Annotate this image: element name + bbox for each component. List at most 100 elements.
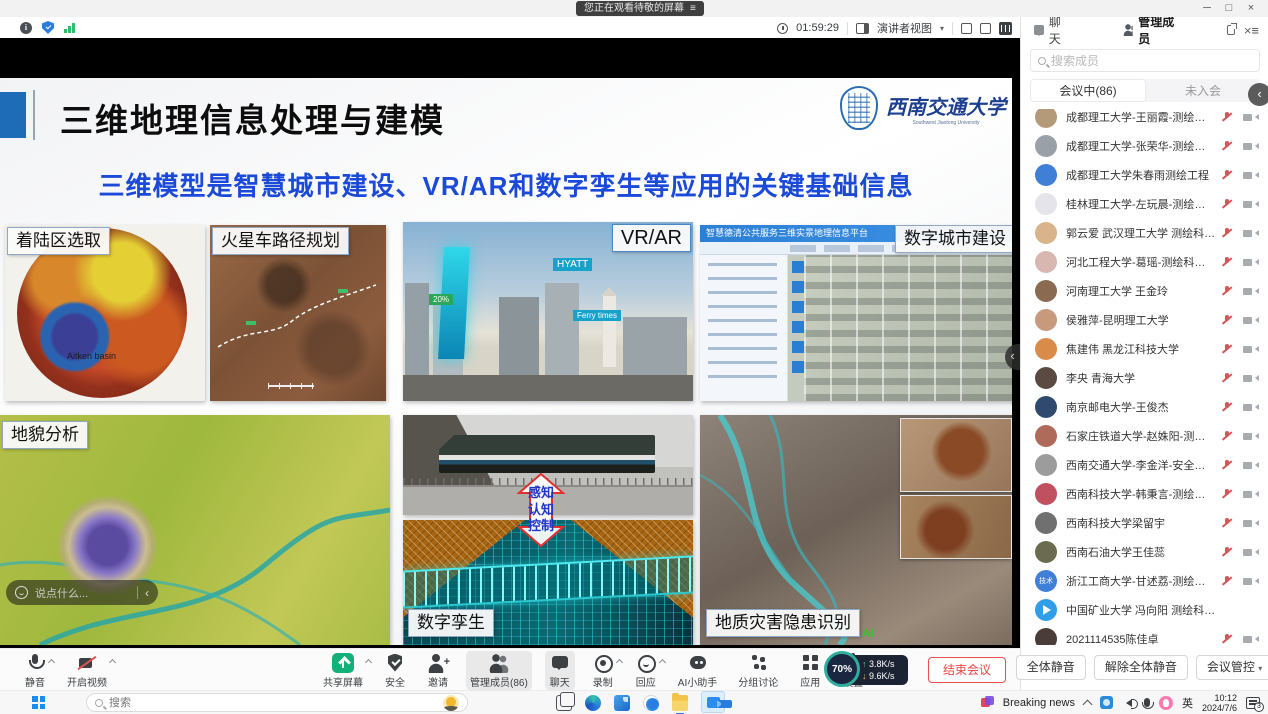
view-mode-dropdown[interactable]: 演讲者视图 <box>877 20 932 36</box>
toolbar-item[interactable]: AI小助手 <box>674 651 721 690</box>
banner-menu-icon[interactable]: ≡ <box>690 1 696 16</box>
chevron-left-icon[interactable]: ‹ <box>145 586 149 600</box>
member-row[interactable]: 郭云爱 武汉理工大学 测绘科学与技术 <box>1021 218 1268 247</box>
member-row[interactable]: 西南交通大学-李金洋-安全科学与工程类 <box>1021 450 1268 479</box>
mic-muted-icon[interactable] <box>1222 459 1232 471</box>
speaker-icon[interactable] <box>1122 699 1132 707</box>
mute-all-button[interactable]: 全体静音 <box>1016 655 1086 680</box>
quick-chat-bar[interactable]: 说点什么... ‹ <box>6 580 158 605</box>
mic-muted-icon[interactable] <box>1222 314 1232 326</box>
camera-off-icon[interactable] <box>1243 430 1256 442</box>
member-row[interactable]: 石家庄铁道大学-赵姝阳-测绘科学与技术 <box>1021 421 1268 450</box>
toolbar-item[interactable]: 聊天 <box>545 651 575 690</box>
tab-chat[interactable]: 聊天 <box>1034 13 1067 47</box>
camera-off-icon[interactable] <box>1243 488 1256 500</box>
camera-off-icon[interactable] <box>1243 575 1256 587</box>
panel-close-icon[interactable]: × <box>1244 23 1252 38</box>
file-explorer-icon[interactable] <box>672 695 688 711</box>
toolbar-item[interactable]: 静音 <box>20 651 50 690</box>
toolbar-item[interactable]: 邀请 <box>423 651 453 690</box>
member-search-box[interactable] <box>1030 49 1260 72</box>
camera-off-icon[interactable] <box>1243 140 1256 152</box>
member-row[interactable]: 侯雅萍-昆明理工大学 <box>1021 305 1268 334</box>
mic-muted-icon[interactable] <box>1222 575 1232 587</box>
tab-manage-members[interactable]: 管理成员 <box>1123 13 1175 47</box>
member-row[interactable]: 成都理工大学-王丽霞-测绘科学与技术 <box>1021 109 1268 131</box>
watching-banner[interactable]: 您正在观看待敬的屏幕 ≡ <box>576 1 704 16</box>
mic-muted-icon[interactable] <box>1222 140 1232 152</box>
camera-off-icon[interactable] <box>1243 459 1256 471</box>
mic-muted-icon[interactable] <box>1222 285 1232 297</box>
member-row[interactable]: 成都理工大学朱春雨测绘工程 <box>1021 160 1268 189</box>
toolbar-item[interactable]: 共享屏幕 <box>319 651 367 690</box>
popout-icon[interactable] <box>1227 25 1235 35</box>
member-row[interactable]: 河北工程大学-葛瑶-测绘科学与技术 <box>1021 247 1268 276</box>
end-meeting-button[interactable]: 结束会议 <box>928 657 1006 683</box>
toolbar-item[interactable]: 安全 <box>380 651 410 690</box>
member-row[interactable]: 西南石油大学王佳蕊 <box>1021 537 1268 566</box>
chevron-down-icon[interactable]: ▾ <box>940 24 944 33</box>
start-button[interactable] <box>32 696 45 709</box>
toolbar-item[interactable]: 开启视频 <box>63 651 111 690</box>
news-widget-label[interactable]: Breaking news <box>1003 697 1075 709</box>
minimize-button[interactable]: ─ <box>1196 0 1218 16</box>
info-icon[interactable]: i <box>20 22 32 34</box>
unmute-all-button[interactable]: 解除全体静音 <box>1094 655 1188 680</box>
camera-off-icon[interactable] <box>1243 314 1256 326</box>
tray-expand-icon[interactable] <box>1083 699 1093 709</box>
member-row[interactable]: 2021114535陈佳卓 <box>1021 624 1268 645</box>
mic-muted-icon[interactable] <box>1222 546 1232 558</box>
member-row[interactable]: 西南科技大学梁留宇 <box>1021 508 1268 537</box>
chevron-up-icon[interactable] <box>365 658 372 665</box>
taskbar-search-box[interactable] <box>86 693 468 712</box>
recorder-tray-icon[interactable] <box>1100 696 1113 709</box>
mic-muted-icon[interactable] <box>1222 111 1232 123</box>
news-widget-icon[interactable] <box>981 696 994 709</box>
meeting-app-icon[interactable] <box>701 691 725 713</box>
mic-muted-icon[interactable] <box>1222 198 1232 210</box>
mic-muted-icon[interactable] <box>1222 401 1232 413</box>
toolbar-item[interactable]: 录制 <box>588 651 618 690</box>
edge-browser-icon[interactable] <box>585 695 601 711</box>
qq-tray-icon[interactable] <box>1159 696 1173 710</box>
quick-chat-placeholder[interactable]: 说点什么... <box>35 585 130 601</box>
member-row[interactable]: 南京邮电大学-王俊杰 <box>1021 392 1268 421</box>
member-row[interactable]: 李央 青海大学 <box>1021 363 1268 392</box>
camera-off-icon[interactable] <box>1243 256 1256 268</box>
mic-muted-icon[interactable] <box>1222 372 1232 384</box>
camera-off-icon[interactable] <box>1243 633 1256 645</box>
member-row[interactable]: 焦建伟 黑龙江科技大学 <box>1021 334 1268 363</box>
mic-muted-icon[interactable] <box>1222 517 1232 529</box>
emoji-icon[interactable] <box>15 586 28 599</box>
camera-off-icon[interactable] <box>1243 111 1256 123</box>
microphone-tray-icon[interactable] <box>1144 698 1150 707</box>
tab-not-joined[interactable]: 未入会 <box>1146 79 1260 102</box>
chevron-up-icon[interactable] <box>659 658 666 665</box>
panel-toggle-icon[interactable] <box>999 22 1012 35</box>
member-row[interactable]: 桂林理工大学-左玩晨-测绘科学与技术 <box>1021 189 1268 218</box>
camera-off-icon[interactable] <box>1243 169 1256 181</box>
chevron-up-icon[interactable] <box>109 658 116 665</box>
member-search-input[interactable] <box>1051 54 1252 68</box>
toolbar-item[interactable]: 分组讨论 <box>734 651 782 690</box>
member-row[interactable]: 成都理工大学-张荣华-测绘科学与技术 <box>1021 131 1268 160</box>
toolbar-item[interactable]: 回应 <box>631 651 661 690</box>
camera-off-icon[interactable] <box>1243 372 1256 384</box>
mic-muted-icon[interactable] <box>1222 169 1232 181</box>
camera-off-icon[interactable] <box>1243 198 1256 210</box>
chevron-up-icon[interactable] <box>616 658 623 665</box>
member-row[interactable]: 河南理工大学 王金玲 <box>1021 276 1268 305</box>
member-row[interactable]: 中国矿业大学 冯向阳 测绘科学与技术 <box>1021 595 1268 624</box>
camera-off-icon[interactable] <box>1243 343 1256 355</box>
mic-muted-icon[interactable] <box>1222 430 1232 442</box>
ime-indicator[interactable]: 英 <box>1182 695 1193 711</box>
clock-date[interactable]: 10:12 2024/7/6 <box>1202 693 1237 713</box>
taskbar-search-input[interactable] <box>109 697 437 709</box>
notification-icon[interactable]: 3 <box>1246 697 1260 709</box>
mic-muted-icon[interactable] <box>1222 488 1232 500</box>
mic-muted-icon[interactable] <box>1222 343 1232 355</box>
camera-off-icon[interactable] <box>1243 546 1256 558</box>
browser-app-icon[interactable] <box>643 695 659 711</box>
weather-icon[interactable] <box>443 695 459 711</box>
camera-off-icon[interactable] <box>1243 285 1256 297</box>
